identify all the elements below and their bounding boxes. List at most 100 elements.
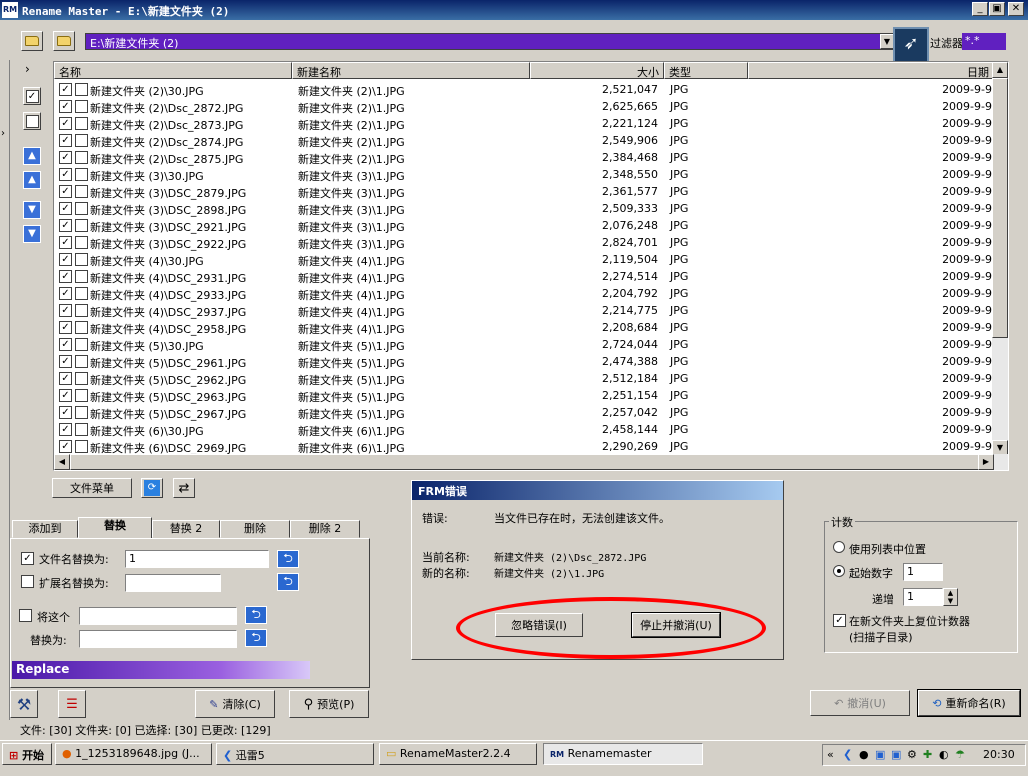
row-checkbox-2[interactable] [75,219,88,232]
ext-input[interactable] [125,574,221,592]
row-checkbox[interactable]: ✓ [59,168,72,181]
path-dropdown-button[interactable]: ▼ [880,34,894,49]
file-menu-button[interactable]: 文件菜单 [52,478,132,498]
left-splitter[interactable] [0,60,10,720]
row-checkbox-2[interactable] [75,355,88,368]
row-checkbox[interactable]: ✓ [59,202,72,215]
refresh-button[interactable]: ⟳ [141,478,163,498]
tray-thunder-icon[interactable]: ❮ [843,748,852,761]
row-checkbox-2[interactable] [75,185,88,198]
tools-button[interactable]: ⚒ [10,690,38,718]
tray-qq-icon[interactable]: ● [859,748,869,761]
row-checkbox-2[interactable] [75,83,88,96]
row-checkbox[interactable]: ✓ [59,338,72,351]
table-row[interactable]: ✓ 新建文件夹 (5)\DSC_2962.JPG 新建文件夹 (5)\1.JPG 2,… [54,370,994,387]
row-checkbox[interactable]: ✓ [59,270,72,283]
table-row[interactable]: ✓ 新建文件夹 (3)\DSC_2921.JPG 新建文件夹 (3)\1.JPG 2,… [54,217,994,234]
tab-replace[interactable]: 替换 [78,517,152,539]
undo-button[interactable]: ↶ 撤消(U) [810,690,910,716]
table-row[interactable]: ✓ 新建文件夹 (3)\DSC_2879.JPG 新建文件夹 (3)\1.JPG 2,… [54,183,994,200]
clock[interactable]: 20:30 [983,748,1015,761]
row-checkbox-2[interactable] [75,372,88,385]
expand-chevron-icon[interactable]: › [25,62,30,76]
table-row[interactable]: ✓ 新建文件夹 (6)\DSC_2969.JPG 新建文件夹 (6)\1.JPG 2,… [54,438,994,455]
move-up-button[interactable]: ▲ [23,171,41,189]
path-input[interactable]: E:\新建文件夹 (2) [85,33,895,50]
table-row[interactable]: ✓ 新建文件夹 (5)\DSC_2963.JPG 新建文件夹 (5)\1.JPG 2,… [54,387,994,404]
tray-network-icon[interactable]: ▣ [875,748,885,761]
move-bottom-button[interactable]: ▼ [23,225,41,243]
list-vertical-scrollbar[interactable]: ▲ ▼ [992,62,1008,456]
row-checkbox[interactable]: ✓ [59,389,72,402]
table-row[interactable]: ✓ 新建文件夹 (2)\Dsc_2872.JPG 新建文件夹 (2)\1.JPG 2,… [54,98,994,115]
tab-delete[interactable]: 删除 [220,520,290,538]
move-down-button[interactable]: ▼ [23,201,41,219]
tray-settings-icon[interactable]: ⚙ [907,748,917,761]
ext-insert-button[interactable]: ⮌ [277,573,299,591]
filename-checkbox[interactable]: ✓ [21,551,34,565]
row-checkbox[interactable]: ✓ [59,372,72,385]
filename-insert-button[interactable]: ⮌ [277,550,299,568]
with-insert-button[interactable]: ⮌ [245,629,267,647]
col-header-type[interactable]: 类型 [664,62,748,79]
table-row[interactable]: ✓ 新建文件夹 (3)\DSC_2922.JPG 新建文件夹 (3)\1.JPG 2,… [54,234,994,251]
scroll-up-button[interactable]: ▲ [992,62,1008,78]
start-button[interactable]: ⊞ 开始 [2,743,52,765]
row-checkbox-2[interactable] [75,321,88,334]
row-checkbox-2[interactable] [75,338,88,351]
file-list[interactable]: 名称 新建名称 大小 类型 日期 ✓ 新建文件夹 (2)\30.JPG 新建文件夹 … [53,61,1009,471]
start-number-input[interactable]: 1 [903,563,943,581]
table-row[interactable]: ✓ 新建文件夹 (2)\Dsc_2874.JPG 新建文件夹 (2)\1.JPG 2,… [54,132,994,149]
step-input[interactable]: 1 [903,588,943,606]
row-checkbox[interactable]: ✓ [59,406,72,419]
minimize-button[interactable]: _ [972,2,988,16]
scroll-thumb[interactable] [992,78,1008,338]
row-checkbox[interactable]: ✓ [59,83,72,96]
start-number-radio[interactable] [833,565,845,580]
row-checkbox-2[interactable] [75,406,88,419]
table-row[interactable]: ✓ 新建文件夹 (4)\DSC_2937.JPG 新建文件夹 (4)\1.JPG 2,… [54,302,994,319]
row-checkbox[interactable]: ✓ [59,151,72,164]
row-checkbox-2[interactable] [75,253,88,266]
row-checkbox-2[interactable] [75,117,88,130]
this-input[interactable] [79,607,237,625]
col-header-date[interactable]: 日期 [748,62,994,79]
this-checkbox[interactable] [19,609,32,625]
row-checkbox-2[interactable] [75,134,88,147]
table-row[interactable]: ✓ 新建文件夹 (2)\Dsc_2873.JPG 新建文件夹 (2)\1.JPG 2,… [54,115,994,132]
with-input[interactable] [79,630,237,648]
tray-green-icon[interactable]: ✚ [923,748,932,761]
tray-network2-icon[interactable]: ▣ [891,748,901,761]
row-checkbox[interactable]: ✓ [59,219,72,232]
row-checkbox-2[interactable] [75,304,88,317]
scroll-left-button[interactable]: ◀ [54,454,70,470]
row-checkbox-2[interactable] [75,287,88,300]
this-insert-button[interactable]: ⮌ [245,606,267,624]
scroll-right-button[interactable]: ▶ [978,454,994,470]
row-checkbox-2[interactable] [75,202,88,215]
table-row[interactable]: ✓ 新建文件夹 (4)\DSC_2958.JPG 新建文件夹 (4)\1.JPG 2,… [54,319,994,336]
filename-input[interactable]: 1 [125,550,269,568]
table-row[interactable]: ✓ 新建文件夹 (6)\30.JPG 新建文件夹 (6)\1.JPG 2,458,14… [54,421,994,438]
preview-button[interactable]: ⚲ 预览(P) [289,690,369,718]
row-checkbox-2[interactable] [75,168,88,181]
up-folder-button[interactable] [53,31,75,51]
row-checkbox-2[interactable] [75,151,88,164]
ext-checkbox[interactable] [21,575,34,591]
list-options-button[interactable]: ☰ [58,690,86,718]
row-checkbox[interactable]: ✓ [59,253,72,266]
table-row[interactable]: ✓ 新建文件夹 (3)\DSC_2898.JPG 新建文件夹 (3)\1.JPG 2,… [54,200,994,217]
sync-button[interactable]: ⇄ [173,478,195,498]
table-row[interactable]: ✓ 新建文件夹 (4)\DSC_2933.JPG 新建文件夹 (4)\1.JPG 2,… [54,285,994,302]
task-thunder[interactable]: ❮ 迅雷5 [216,743,374,765]
row-checkbox[interactable]: ✓ [59,134,72,147]
table-row[interactable]: ✓ 新建文件夹 (2)\30.JPG 新建文件夹 (2)\1.JPG 2,521,04… [54,81,994,98]
tray-umbrella-icon[interactable]: ☂ [955,748,965,761]
tray-chevron-icon[interactable]: « [827,748,834,761]
move-top-button[interactable]: ▲ [23,147,41,165]
row-checkbox[interactable]: ✓ [59,185,72,198]
uncheck-all-button[interactable] [23,112,41,130]
col-header-newname[interactable]: 新建名称 [292,62,530,79]
splitter-arrow-icon[interactable]: › [1,128,5,139]
col-header-name[interactable]: 名称 [54,62,292,79]
